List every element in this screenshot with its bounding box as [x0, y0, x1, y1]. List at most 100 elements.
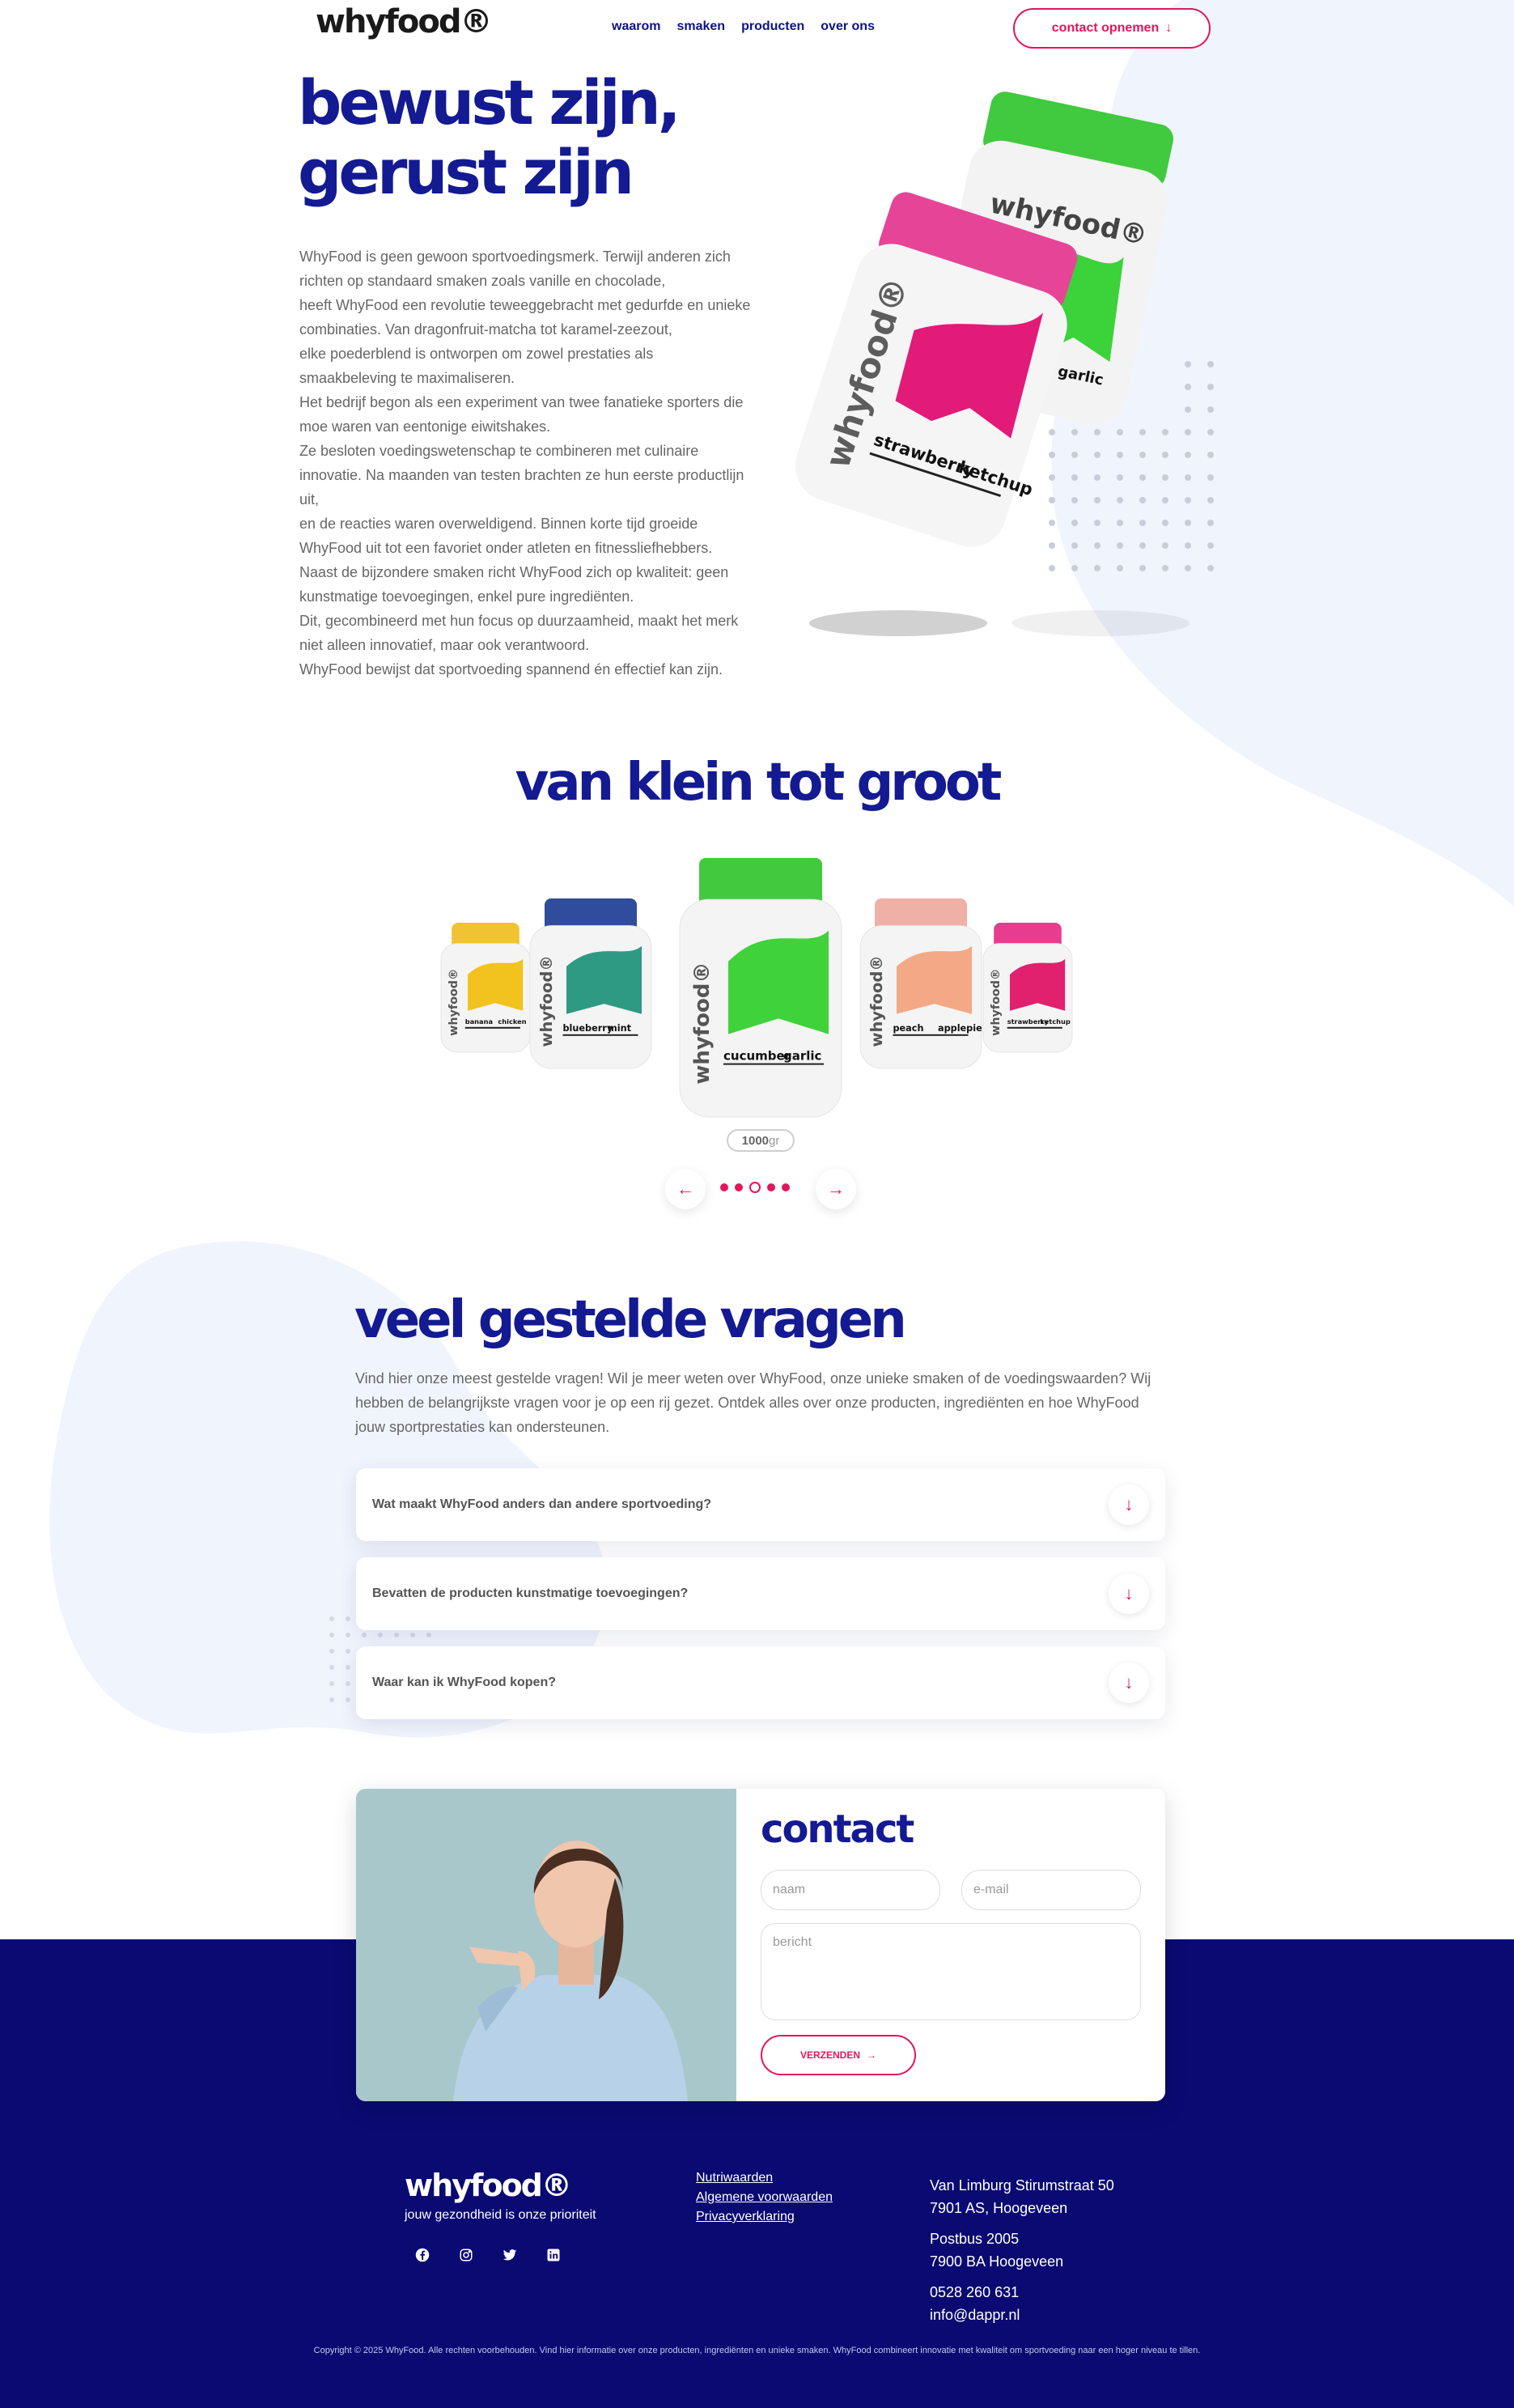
footer-link-nutriwaarden[interactable]: Nutriwaarden	[696, 2171, 833, 2185]
hero-text-line: kunstmatige toevoegingen, enkel pure ing…	[299, 588, 634, 605]
faq-question: Wat maakt WhyFood anders dan andere spor…	[372, 1497, 712, 1511]
jar-brand: whyfood®	[537, 955, 556, 1047]
address-city: 7901 AS, Hoogeveen	[930, 2200, 1068, 2216]
carousel-dot[interactable]	[767, 1183, 775, 1191]
name-field[interactable]: naam	[761, 1870, 940, 1910]
postbus: Postbus 2005	[930, 2231, 1020, 2247]
hero-text-line: WhyFood is geen gewoon sportvoedingsmerk…	[299, 248, 731, 265]
hero-title: bewust zijn, gerust zijn	[298, 68, 783, 207]
carousel-dots	[720, 1182, 790, 1193]
faq-title: veel gestelde vragen	[354, 1290, 907, 1350]
hero-title-line-2: gerust zijn	[298, 136, 634, 208]
nav-link-smaken[interactable]: smaken	[676, 19, 725, 34]
message-field[interactable]: bericht	[761, 1923, 1141, 2020]
carousel-dot[interactable]	[782, 1183, 790, 1191]
facebook-icon[interactable]	[413, 2245, 432, 2265]
weight-value: 1000	[741, 1133, 770, 1148]
product-jar-blueberry[interactable]: whyfood® blueberrymint	[529, 898, 652, 1069]
range-title: van klein tot groot	[515, 753, 1003, 813]
prev-arrow-button[interactable]: ←	[665, 1169, 706, 1209]
next-arrow-button[interactable]: →	[816, 1169, 856, 1209]
faq-item[interactable]: Wat maakt WhyFood anders dan andere spor…	[356, 1468, 1165, 1541]
hero-text-line: Naast de bijzondere smaken richt WhyFood…	[299, 564, 729, 580]
jar-brand: whyfood®	[867, 955, 886, 1047]
carousel-dot[interactable]	[720, 1183, 728, 1191]
jar-brand: whyfood®	[690, 962, 715, 1085]
product-range-carousel[interactable]: whyfood® banana chicken whyfood® blueberrymi…	[429, 850, 1092, 1125]
arrow-down-icon[interactable]: ↓	[1109, 1663, 1149, 1703]
jar-flavor-b: mint	[608, 1023, 632, 1034]
hero-text-line: en de reacties waren overweldigend. Binn…	[299, 516, 698, 532]
hero-text-line: WhyFood bewijst dat sportvoeding spannen…	[299, 661, 723, 677]
hero-text-line: Het bedrijf begon als een experiment van…	[299, 394, 744, 410]
postbus-city: 7900 BA Hoogeveen	[930, 2253, 1064, 2270]
product-jar-strawberry[interactable]: whyfood® strawberryketchup	[982, 923, 1073, 1053]
jar-flavor-a: banana	[465, 1017, 493, 1026]
arrow-down-icon[interactable]: ↓	[1109, 1573, 1149, 1614]
hero-text-line: niet alleen innovatief, maar ook verantw…	[299, 637, 590, 653]
main-nav: waarom smaken producten over ons	[612, 19, 875, 34]
footer-logo[interactable]: whyfood®	[405, 2168, 572, 2203]
contact-button-label: contact opnemen	[1051, 21, 1160, 35]
arrow-right-icon: →	[827, 1179, 845, 1199]
jar-flavor-b: ketchup	[1040, 1017, 1070, 1026]
arrow-down-icon[interactable]: ↓	[1109, 1484, 1149, 1525]
jar-flavor-a: peach	[893, 1023, 924, 1034]
jar-brand: whyfood®	[447, 969, 460, 1036]
product-jar-cucumber[interactable]: whyfood® cucumbergarlic	[679, 858, 842, 1118]
linkedin-icon[interactable]	[544, 2245, 563, 2265]
weight-selector[interactable]: 1000 gr	[727, 1129, 795, 1152]
nav-link-waarom[interactable]: waarom	[612, 19, 660, 34]
carousel-dot[interactable]	[735, 1183, 743, 1191]
logo[interactable]: whyfood®	[316, 3, 492, 40]
hero-text-line: combinaties. Van dragonfruit-matcha tot …	[299, 321, 672, 338]
hero-text-line: moe waren van eentonige eiwitshakes.	[299, 418, 551, 435]
hero-text-line: elke poederblend is ontworpen om zowel p…	[299, 346, 654, 362]
phone[interactable]: 0528 260 631	[930, 2284, 1019, 2300]
faq-question: Waar kan ik WhyFood kopen?	[372, 1675, 556, 1689]
weight-unit: gr	[769, 1133, 780, 1148]
product-jar-banana[interactable]: whyfood® banana chicken	[440, 923, 531, 1053]
contact-button[interactable]: contact opnemen ↓	[1013, 8, 1211, 49]
jar-flavor-b: applepie	[938, 1023, 982, 1034]
footer-tagline: jouw gezondheid is onze prioriteit	[405, 2208, 596, 2222]
faq-question: Bevatten de producten kunstmatige toevoe…	[372, 1586, 689, 1600]
jar-brand: whyfood®	[990, 969, 1003, 1036]
hero-text-line: richten op standaard smaken zoals vanill…	[299, 273, 666, 289]
contact-photo	[356, 1789, 736, 2101]
email-link[interactable]: info@dappr.nl	[930, 2307, 1020, 2323]
arrow-left-icon: ←	[676, 1179, 694, 1199]
footer-links: Nutriwaarden Algemene voorwaarden Privac…	[696, 2171, 833, 2224]
faq-item[interactable]: Bevatten de producten kunstmatige toevoe…	[356, 1557, 1165, 1630]
copyright: Copyright © 2025 WhyFood. Alle rechten v…	[313, 2346, 1201, 2355]
send-button[interactable]: VERZENDEN →	[761, 2035, 916, 2075]
email-field[interactable]: e-mail	[961, 1870, 1141, 1910]
nav-link-over-ons[interactable]: over ons	[821, 19, 875, 34]
product-jar-peach[interactable]: whyfood® peach applepie	[859, 898, 982, 1069]
faq-item[interactable]: Waar kan ik WhyFood kopen? ↓	[356, 1646, 1165, 1719]
carousel-dot[interactable]	[749, 1182, 761, 1193]
instagram-icon[interactable]	[456, 2245, 476, 2265]
hero-text-line: Dit, gecombineerd met hun focus op duurz…	[299, 613, 739, 629]
footer-link-voorwaarden[interactable]: Algemene voorwaarden	[696, 2190, 833, 2205]
address-street: Van Limburg Stirumstraat 50	[930, 2177, 1114, 2194]
nav-link-producten[interactable]: producten	[741, 19, 804, 34]
hero-description: WhyFood is geen gewoon sportvoedingsmerk…	[299, 244, 753, 682]
social-links	[413, 2245, 563, 2265]
jar-flavor-b: garlic	[783, 1049, 821, 1064]
hero-title-line-1: bewust zijn,	[298, 66, 681, 138]
hero-text-line: WhyFood uit tot een favoriet onder atlet…	[299, 540, 713, 556]
hero-text-line: innovatie. Na maanden van testen brachte…	[299, 467, 744, 483]
twitter-icon[interactable]	[500, 2245, 520, 2265]
arrow-right-icon: →	[867, 2049, 876, 2061]
jar-flavor-b: chicken	[498, 1017, 526, 1026]
contact-title: contact	[761, 1807, 914, 1852]
jar-flavor-a: blueberry	[563, 1023, 613, 1034]
jar-flavor-a: cucumber	[723, 1049, 791, 1064]
contact-card: contact naam e-mail bericht VERZENDEN →	[356, 1789, 1165, 2101]
faq-intro: Vind hier onze meest gestelde vragen! Wi…	[355, 1370, 1151, 1435]
arrow-down-icon: ↓	[1165, 21, 1173, 35]
footer-link-privacy[interactable]: Privacyverklaring	[696, 2210, 833, 2224]
hero-product-image: whyfood® cucumber garlic whyfood® strawb…	[795, 91, 1214, 636]
send-button-label: VERZENDEN	[799, 2049, 860, 2061]
